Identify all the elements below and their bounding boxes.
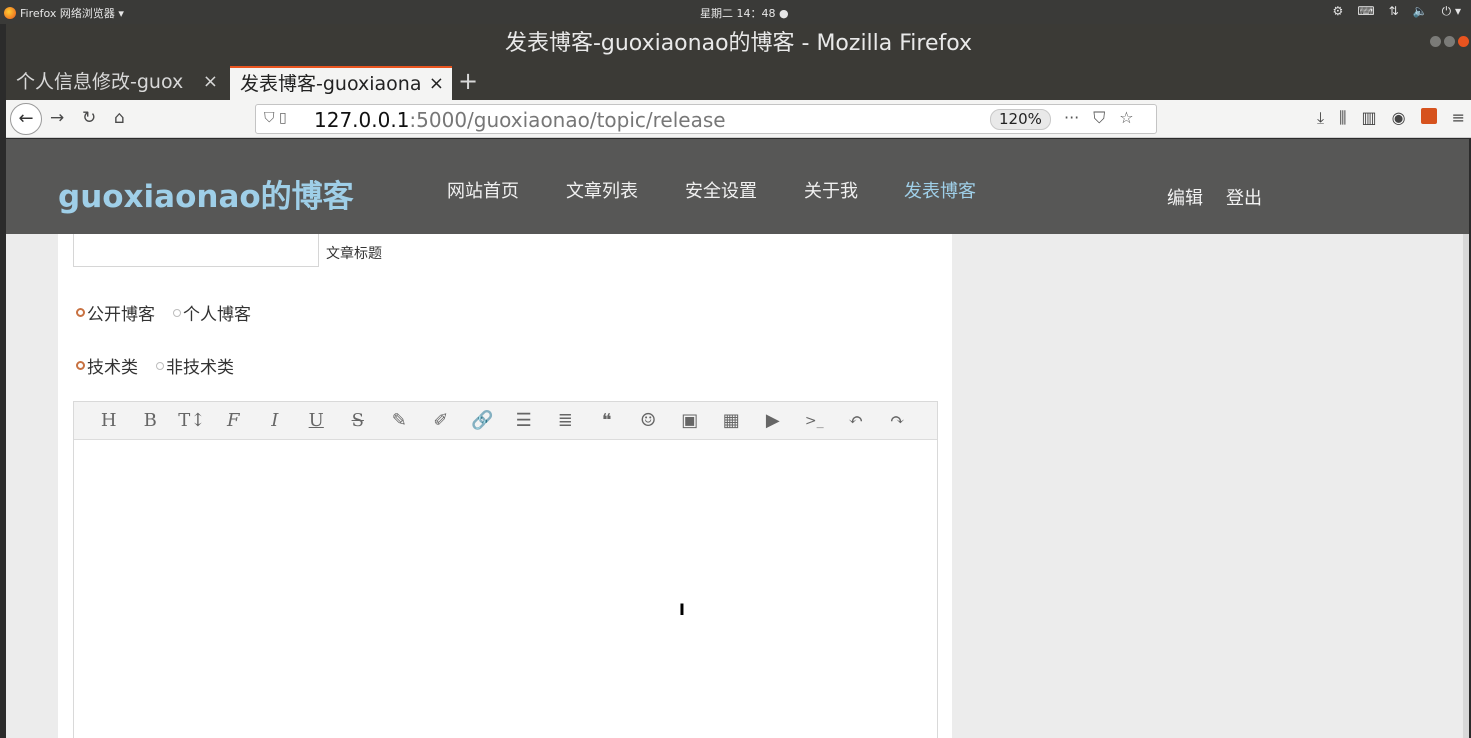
tab-close-icon[interactable]: ×	[429, 68, 444, 100]
url-text[interactable]: 127.0.0.1:5000/guoxiaonao/topic/release	[314, 108, 726, 132]
tray-settings-icon[interactable]: ⚙	[1333, 4, 1344, 19]
close-window-button[interactable]	[1458, 36, 1469, 47]
site-brand[interactable]: guoxiaonao的博客	[58, 171, 354, 216]
link-icon[interactable]: 🔗	[462, 410, 504, 431]
minimize-button[interactable]	[1430, 36, 1441, 47]
os-app-menu[interactable]: Firefox 网络浏览器 ▾	[4, 5, 124, 21]
pocket-icon[interactable]: ⛉	[1093, 108, 1105, 128]
video-icon[interactable]: ▶	[752, 410, 794, 431]
window-titlebar: 发表博客-guoxiaonao的博客 - Mozilla Firefox	[6, 24, 1471, 64]
heading-icon[interactable]: H	[88, 410, 130, 431]
tech-radio[interactable]	[76, 361, 85, 370]
url-path: :5000/guoxiaonao/topic/release	[409, 108, 726, 132]
quote-icon[interactable]: ❝	[586, 410, 628, 431]
toolbar-right: ⤓ ⫼ ▥ ◉ ≡	[1317, 108, 1465, 128]
brush-icon[interactable]: ✐	[420, 410, 462, 431]
tech-label[interactable]: 技术类	[87, 353, 138, 378]
navigation-toolbar: ← → ↻ ⌂ ⛉ ▯ 127.0.0.1:5000/guoxiaonao/to…	[6, 100, 1471, 138]
image-icon[interactable]: ▣	[669, 410, 711, 431]
sidebar-icon[interactable]: ▥	[1362, 108, 1377, 128]
tray-volume-icon[interactable]: 🔈	[1413, 4, 1428, 19]
tab-profile-edit[interactable]: 个人信息修改-guox ×	[6, 66, 226, 100]
public-blog-label[interactable]: 公开博客	[87, 300, 155, 325]
menu-about[interactable]: 关于我	[804, 177, 858, 203]
page-actions-icon[interactable]: ···	[1064, 108, 1079, 128]
home-button[interactable]: ⌂	[114, 108, 125, 128]
downloads-icon[interactable]: ⤓	[1317, 108, 1324, 128]
menu-security[interactable]: 安全设置	[685, 177, 757, 203]
editor-content-area[interactable]: I	[74, 440, 937, 738]
redo-icon[interactable]: ↷	[877, 410, 919, 431]
private-blog-label[interactable]: 个人博客	[183, 300, 251, 325]
url-bar[interactable]: ⛉ ▯ 127.0.0.1:5000/guoxiaonao/topic/rele…	[255, 104, 1157, 134]
back-button[interactable]: ←	[10, 103, 42, 135]
strikethrough-icon[interactable]: S	[337, 410, 379, 431]
code-icon[interactable]: >_	[794, 413, 836, 429]
edit-link[interactable]: 编辑	[1167, 184, 1203, 210]
highlight-icon[interactable]: ✎	[379, 410, 421, 431]
menu-article-list[interactable]: 文章列表	[566, 177, 638, 203]
new-tab-button[interactable]: +	[458, 64, 478, 98]
page-scrollbar[interactable]	[1463, 234, 1469, 738]
window-controls	[1430, 36, 1469, 47]
article-title-input[interactable]	[73, 234, 319, 267]
os-tray: ⚙ ⌨ ⇅ 🔈 ⏻ ▾	[1333, 4, 1461, 19]
menu-home[interactable]: 网站首页	[447, 177, 519, 203]
menu-publish[interactable]: 发表博客	[904, 177, 976, 203]
page-info-icon[interactable]: ⛉ ▯	[264, 110, 287, 126]
tray-keyboard-icon[interactable]: ⌨	[1357, 4, 1374, 19]
public-blog-radio[interactable]	[76, 308, 85, 317]
article-title-label: 文章标题	[326, 246, 382, 262]
text-size-icon[interactable]: T↕	[171, 410, 213, 431]
category-radio-group: 技术类 非技术类	[76, 353, 252, 378]
markdown-editor: H B T↕ F I U S ✎ ✐ 🔗 ☰ ≣ ❝ ☺ ▣ ▦ ▶ >_ ↶ …	[73, 401, 938, 738]
window-title: 发表博客-guoxiaonao的博客 - Mozilla Firefox	[504, 31, 973, 56]
os-app-menu-label: Firefox 网络浏览器 ▾	[20, 7, 124, 20]
library-icon[interactable]: ⫼	[1339, 108, 1346, 128]
tab-label: 发表博客-guoxiaona	[240, 73, 422, 95]
site-header: guoxiaonao的博客 网站首页 文章列表 安全设置 关于我 发表博客 编辑…	[6, 139, 1469, 234]
hamburger-menu-icon[interactable]: ≡	[1452, 108, 1465, 128]
underline-icon[interactable]: U	[296, 410, 338, 431]
tab-label: 个人信息修改-guox	[16, 71, 184, 93]
tray-power-icon[interactable]: ⏻ ▾	[1442, 4, 1461, 19]
emoji-icon[interactable]: ☺	[628, 410, 670, 431]
account-icon[interactable]: ◉	[1392, 108, 1406, 128]
tray-network-icon[interactable]: ⇅	[1389, 4, 1399, 19]
publish-form: 文章标题 公开博客 个人博客 技术类 非技术类 H B T↕ F I U S ✎	[58, 234, 952, 738]
os-top-panel: Firefox 网络浏览器 ▾ 星期二 14：48 ● ⚙ ⌨ ⇅ 🔈 ⏻ ▾	[0, 0, 1471, 24]
forward-button[interactable]: →	[50, 108, 64, 128]
url-actions: ··· ⛉ ☆	[1064, 108, 1134, 128]
undo-icon[interactable]: ↶	[835, 410, 877, 431]
italic-icon[interactable]: I	[254, 410, 296, 431]
non-tech-radio[interactable]	[156, 361, 164, 370]
extension-icon[interactable]	[1420, 108, 1437, 124]
os-clock[interactable]: 星期二 14：48 ●	[700, 5, 789, 21]
align-icon[interactable]: ≣	[545, 410, 587, 431]
url-host: 127.0.0.1	[314, 108, 410, 132]
bookmark-star-icon[interactable]: ☆	[1119, 108, 1133, 128]
text-cursor-icon: I	[679, 600, 685, 619]
firefox-logo-icon	[4, 7, 16, 19]
private-blog-radio[interactable]	[173, 308, 181, 317]
list-icon[interactable]: ☰	[503, 410, 545, 431]
zoom-level-badge[interactable]: 120%	[990, 109, 1051, 130]
non-tech-label[interactable]: 非技术类	[166, 353, 234, 378]
tab-publish-blog[interactable]: 发表博客-guoxiaona ×	[230, 66, 452, 100]
visibility-radio-group: 公开博客 个人博客	[76, 300, 269, 325]
tab-bar: 个人信息修改-guox × 发表博客-guoxiaona × +	[6, 64, 1471, 100]
tab-close-icon[interactable]: ×	[203, 66, 218, 98]
reload-button[interactable]: ↻	[82, 108, 96, 128]
maximize-button[interactable]	[1444, 36, 1455, 47]
bold-icon[interactable]: B	[130, 410, 172, 431]
logout-link[interactable]: 登出	[1226, 184, 1262, 210]
editor-toolbar: H B T↕ F I U S ✎ ✐ 🔗 ☰ ≣ ❝ ☺ ▣ ▦ ▶ >_ ↶ …	[74, 402, 937, 440]
table-icon[interactable]: ▦	[711, 410, 753, 431]
font-icon[interactable]: F	[213, 410, 255, 431]
page-viewport: guoxiaonao的博客 网站首页 文章列表 安全设置 关于我 发表博客 编辑…	[6, 139, 1469, 738]
